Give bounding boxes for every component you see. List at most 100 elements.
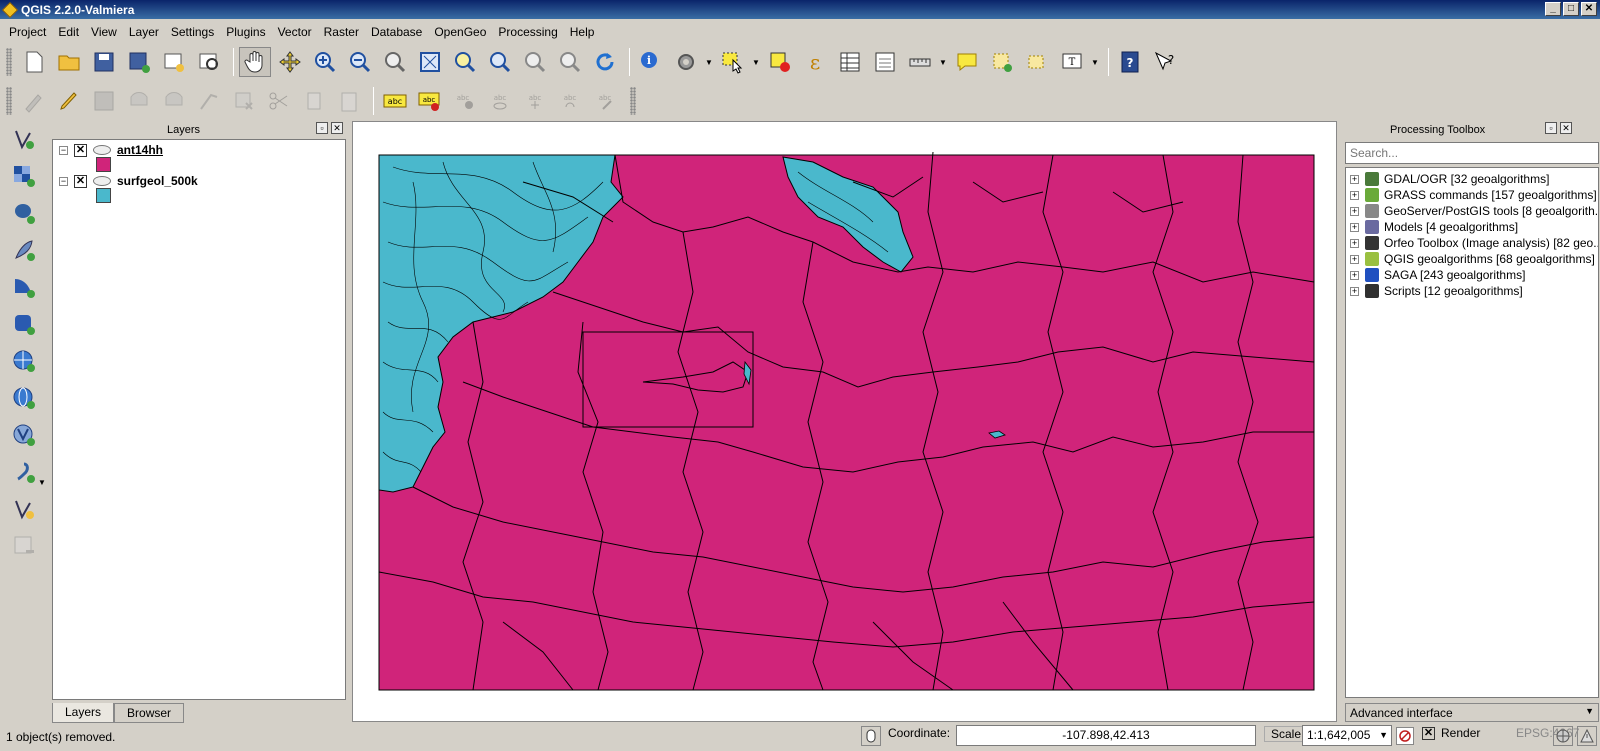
map-render[interactable] (353, 122, 1338, 723)
add-feature-button[interactable] (123, 86, 155, 116)
remove-layer-button[interactable] (8, 531, 40, 561)
deselect-features-button[interactable] (764, 47, 796, 77)
zoom-native-button[interactable] (379, 47, 411, 77)
render-toggle[interactable]: ✕ Render (1422, 726, 1480, 740)
toolbox-float-button[interactable]: ▫ (1545, 122, 1557, 134)
expand-toggle[interactable]: + (1350, 222, 1359, 232)
layer-row-ant14hh[interactable]: − ✕ ant14hh (53, 142, 163, 158)
select-features-button[interactable] (717, 47, 749, 77)
show-hide-labels-button[interactable]: abc (484, 86, 516, 116)
expand-toggle[interactable]: + (1350, 206, 1359, 216)
text-annotation-button[interactable]: T (1056, 47, 1088, 77)
menu-vector[interactable]: Vector (272, 22, 318, 42)
copy-features-button[interactable] (298, 86, 330, 116)
zoom-next-button[interactable] (554, 47, 586, 77)
show-bookmarks-button[interactable] (1021, 47, 1053, 77)
new-shapefile-button[interactable] (8, 494, 40, 524)
toolbox-item-models[interactable]: + Models [4 geoalgorithms] (1350, 219, 1518, 235)
toolbox-item-orfeo[interactable]: + Orfeo Toolbox (Image analysis) [82 geo.… (1350, 235, 1598, 251)
coordinate-field[interactable]: -107.898,42.413 (956, 725, 1256, 746)
expand-toggle[interactable]: + (1350, 254, 1359, 264)
change-label-button[interactable]: abc (589, 86, 621, 116)
cut-features-button[interactable] (263, 86, 295, 116)
select-dropdown-icon[interactable]: ▼ (752, 58, 760, 67)
menu-layer[interactable]: Layer (123, 22, 165, 42)
node-tool-button[interactable] (193, 86, 225, 116)
move-label-button[interactable]: abc (519, 86, 551, 116)
zoom-to-selection-button[interactable] (449, 47, 481, 77)
expand-toggle[interactable]: + (1350, 270, 1359, 280)
expand-toggle[interactable]: + (1350, 190, 1359, 200)
menu-opengeo[interactable]: OpenGeo (428, 22, 492, 42)
help-contents-button[interactable]: ? (1114, 47, 1146, 77)
open-project-button[interactable] (53, 47, 85, 77)
save-as-button[interactable] (123, 47, 155, 77)
toolbar-grip[interactable] (6, 48, 12, 76)
composer-manager-button[interactable] (193, 47, 225, 77)
layer-symbol-swatch[interactable] (96, 157, 111, 172)
delete-selected-button[interactable] (228, 86, 260, 116)
toolbox-item-gdal[interactable]: + GDAL/OGR [32 geoalgorithms] (1350, 171, 1549, 187)
toolbox-item-scripts[interactable]: + Scripts [12 geoalgorithms] (1350, 283, 1523, 299)
identify-features-button[interactable]: i (635, 47, 667, 77)
pin-labels-button[interactable]: abc (449, 86, 481, 116)
maximize-button[interactable]: □ (1563, 2, 1579, 16)
statistical-summary-button[interactable] (869, 47, 901, 77)
paste-features-button[interactable] (333, 86, 365, 116)
menu-settings[interactable]: Settings (165, 22, 220, 42)
render-checkbox[interactable]: ✕ (1422, 726, 1435, 740)
menu-edit[interactable]: Edit (52, 22, 85, 42)
zoom-out-button[interactable] (344, 47, 376, 77)
zoom-to-layer-button[interactable] (484, 47, 516, 77)
tab-layers[interactable]: Layers (52, 703, 115, 723)
move-feature-button[interactable] (158, 86, 190, 116)
save-project-button[interactable] (88, 47, 120, 77)
new-bookmark-button[interactable] (986, 47, 1018, 77)
toggle-editing-button[interactable] (53, 86, 85, 116)
zoom-last-button[interactable] (519, 47, 551, 77)
zoom-in-button[interactable] (309, 47, 341, 77)
map-tips-button[interactable] (951, 47, 983, 77)
tab-browser[interactable]: Browser (114, 703, 185, 723)
stop-render-button[interactable] (1396, 727, 1414, 745)
zoom-full-button[interactable] (414, 47, 446, 77)
menu-plugins[interactable]: Plugins (220, 22, 271, 42)
measure-dropdown-icon[interactable]: ▼ (939, 58, 947, 67)
toolbox-close-button[interactable]: ✕ (1560, 122, 1572, 134)
new-project-button[interactable] (18, 47, 50, 77)
label-settings-button[interactable]: abc (414, 86, 446, 116)
layer-labeling-button[interactable]: abc (379, 86, 411, 116)
add-oracle-layer-button[interactable] (8, 309, 40, 339)
annotation-dropdown-icon[interactable]: ▼ (1091, 58, 1099, 67)
crs-globe-button[interactable] (1553, 726, 1573, 746)
actions-dropdown-icon[interactable]: ▼ (705, 58, 713, 67)
layer-name[interactable]: surfgeol_500k (117, 174, 198, 188)
layer-expand-toggle[interactable]: − (59, 145, 68, 155)
pan-to-selection-button[interactable] (274, 47, 306, 77)
add-raster-layer-button[interactable] (8, 161, 40, 191)
advanced-interface-select[interactable]: Advanced interface ▼ (1345, 703, 1599, 722)
menu-processing[interactable]: Processing (492, 22, 563, 42)
expand-toggle[interactable]: + (1350, 174, 1359, 184)
toolbox-item-geoserver[interactable]: + GeoServer/PostGIS tools [8 geoalgorith.… (1350, 203, 1598, 219)
menu-database[interactable]: Database (365, 22, 428, 42)
actions-button[interactable] (670, 47, 702, 77)
add-spatialite-layer-button[interactable] (8, 235, 40, 265)
scale-combobox[interactable]: 1:1,642,005 ▼ (1302, 725, 1392, 746)
minimize-button[interactable]: _ (1545, 2, 1561, 16)
add-wms-layer-button[interactable] (8, 346, 40, 376)
new-layer-dropdown-icon[interactable]: ▼ (38, 478, 46, 487)
layer-visibility-checkbox[interactable]: ✕ (74, 143, 87, 157)
refresh-button[interactable] (589, 47, 621, 77)
add-wcs-layer-button[interactable] (8, 383, 40, 413)
layer-symbol-swatch[interactable] (96, 188, 111, 203)
save-edits-button[interactable] (88, 86, 120, 116)
menu-project[interactable]: Project (3, 22, 52, 42)
add-mssql-layer-button[interactable] (8, 272, 40, 302)
field-calculator-button[interactable]: ε (799, 47, 831, 77)
add-delimited-text-button[interactable] (8, 457, 40, 487)
toolbox-item-saga[interactable]: + SAGA [243 geoalgorithms] (1350, 267, 1525, 283)
toolbox-item-grass[interactable]: + GRASS commands [157 geoalgorithms] (1350, 187, 1597, 203)
messages-button[interactable] (1577, 726, 1597, 746)
layers-float-button[interactable]: ▫ (316, 122, 328, 134)
